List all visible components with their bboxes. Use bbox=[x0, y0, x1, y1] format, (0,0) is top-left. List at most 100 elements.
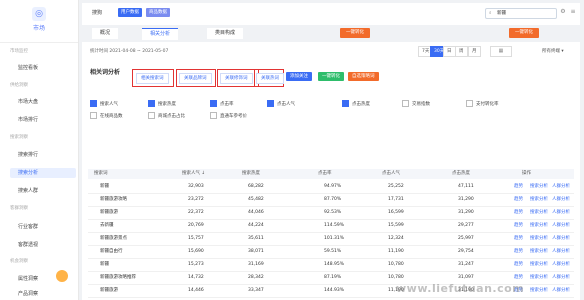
row-action-op3[interactable]: 人群分析 bbox=[552, 271, 570, 284]
user-data-tag[interactable]: 用户数据 bbox=[118, 8, 142, 17]
row-action-op3[interactable]: 人群分析 bbox=[552, 206, 570, 219]
row-action-op3[interactable]: 人群分析 bbox=[552, 245, 570, 258]
sidebar-item-1[interactable]: 监控看板 bbox=[18, 63, 38, 73]
row-action-op1[interactable]: 趋势 bbox=[514, 232, 523, 245]
row-action-op3[interactable]: 人群分析 bbox=[552, 219, 570, 232]
row-action-op3[interactable]: 人群分析 bbox=[552, 258, 570, 271]
table-row: 新疆旅游攻略 23,272 45,482 87.70% 17,731 31,290 趋势 搜索… bbox=[88, 193, 574, 207]
calendar-icon[interactable]: ▦ bbox=[490, 46, 512, 57]
checkbox-icon bbox=[210, 100, 217, 107]
filter-button-0[interactable]: 相关搜索词 bbox=[136, 73, 169, 84]
range-option-2[interactable]: 日 bbox=[443, 46, 456, 57]
extra-checkbox-1[interactable]: 商城点击占比 bbox=[148, 112, 185, 120]
sidebar-item-6[interactable]: 搜索排行 bbox=[18, 150, 38, 160]
extra-checkbox-2[interactable]: 直通车参考价 bbox=[210, 112, 247, 120]
product-data-tag[interactable]: 商品数据 bbox=[146, 8, 170, 17]
strategy-words-button[interactable]: 自选策略词 bbox=[348, 72, 379, 81]
row-action-op1[interactable]: 趋势 bbox=[514, 193, 523, 206]
row-action-op2[interactable]: 搜索分析 bbox=[530, 258, 548, 271]
sidebar-item-4[interactable]: 市场排行 bbox=[18, 115, 38, 125]
row-action-op2[interactable]: 搜索分析 bbox=[530, 193, 548, 206]
cell-pop: 22,372 bbox=[188, 210, 204, 215]
market-logo[interactable]: ◎ 市场 bbox=[22, 7, 56, 32]
table-row: 去新疆 20,769 44,224 114.59% 15,599 29,277 趋势 搜索分析… bbox=[88, 219, 574, 233]
cell-cpop: 25,252 bbox=[388, 184, 404, 189]
cell-word: 新疆旅游攻略推荐 bbox=[100, 275, 136, 280]
metric-checkbox-0[interactable]: 搜索人气 bbox=[90, 100, 118, 108]
search-input[interactable]: ⌕ 新疆 bbox=[485, 8, 557, 19]
menu-icon[interactable]: ≡ bbox=[569, 8, 577, 16]
checkbox-icon bbox=[210, 112, 217, 119]
cell-word: 新疆旅游 bbox=[100, 210, 118, 215]
row-action-op2[interactable]: 搜索分析 bbox=[530, 219, 548, 232]
market-label: 市场 bbox=[32, 25, 45, 32]
metric-checkbox-6[interactable]: 支付转化率 bbox=[466, 100, 499, 108]
row-action-op1[interactable]: 趋势 bbox=[514, 258, 523, 271]
metric-checkbox-3[interactable]: 点击人气 bbox=[267, 100, 295, 108]
range-option-3[interactable]: 周 bbox=[455, 46, 468, 57]
tab-category[interactable]: 类目构成 bbox=[207, 28, 244, 39]
coin-icon[interactable] bbox=[56, 270, 68, 282]
metric-checkbox-2[interactable]: 点击率 bbox=[210, 100, 234, 108]
sidebar: ◎ 市场 市场监控 监控看板 供给洞察 市场大盘 市场排行 搜索洞察 搜索排行 搜索分析 搜索人… bbox=[0, 0, 79, 300]
filter-button-2[interactable]: 关联修饰词 bbox=[220, 73, 253, 84]
row-action-op2[interactable]: 搜索分析 bbox=[530, 206, 548, 219]
sidebar-item-12: 机会洞察 bbox=[10, 259, 28, 264]
sidebar-item-14[interactable]: 产品洞察 bbox=[18, 289, 38, 299]
tab-overview[interactable]: 概况 bbox=[92, 28, 119, 39]
sidebar-item-10[interactable]: 行业客群 bbox=[18, 222, 38, 232]
settings-icon[interactable]: ⚙ bbox=[559, 8, 567, 16]
main-panel: 统计时间 2021-04-08 ~ 2021-05-07 7天 30天日周月 ▦ … bbox=[82, 42, 580, 300]
one-click-convert-button[interactable]: 一键转化 bbox=[318, 72, 344, 81]
sidebar-item-11[interactable]: 客群透视 bbox=[18, 240, 38, 250]
cell-cheat: 31,290 bbox=[458, 197, 474, 202]
sidebar-item-3[interactable]: 市场大盘 bbox=[18, 97, 38, 107]
column-header-1[interactable]: 搜索人气 ↓ bbox=[182, 169, 205, 179]
terminal-dropdown[interactable]: 所有终端 ▾ bbox=[542, 48, 564, 54]
cell-ctr: 92.53% bbox=[324, 210, 342, 215]
metric-checkbox-4[interactable]: 点击热度 bbox=[342, 100, 370, 108]
row-action-op1[interactable]: 趋势 bbox=[514, 245, 523, 258]
date-range: 统计时间 2021-04-08 ~ 2021-05-07 bbox=[90, 49, 169, 54]
range-option-4[interactable]: 月 bbox=[468, 46, 481, 57]
cell-cpop: 10,780 bbox=[388, 262, 404, 267]
row-action-op2[interactable]: 搜索分析 bbox=[530, 271, 548, 284]
row-action-op3[interactable]: 人群分析 bbox=[552, 180, 570, 193]
cell-cpop: 15,599 bbox=[388, 223, 404, 228]
table-row: 新疆自由行 15,690 38,071 59.51% 11,190 29,754 趋势 搜索分… bbox=[88, 245, 574, 259]
checkbox-icon bbox=[466, 100, 473, 107]
convert-button-1[interactable]: 一键转化 bbox=[340, 28, 370, 38]
sidebar-item-7[interactable]: 搜索分析 bbox=[10, 168, 76, 178]
metric-checkbox-5[interactable]: 交易指数 bbox=[402, 100, 430, 108]
filter-button-1[interactable]: 关联品牌词 bbox=[179, 73, 212, 84]
tab-related[interactable]: 相关分析 bbox=[142, 28, 179, 40]
convert-button-2[interactable]: 一键转化 bbox=[509, 28, 539, 38]
filter-button-3[interactable]: 关联热词 bbox=[256, 73, 284, 84]
cell-ctr: 94.97% bbox=[324, 184, 342, 189]
cell-word: 新疆自由行 bbox=[100, 249, 123, 254]
column-header-4: 点击人气 bbox=[382, 171, 400, 176]
row-action-op2[interactable]: 搜索分析 bbox=[530, 180, 548, 193]
sidebar-item-13[interactable]: 属性洞察 bbox=[18, 274, 38, 284]
cell-ctr: 87.19% bbox=[324, 275, 342, 280]
row-action-op2[interactable]: 搜索分析 bbox=[530, 284, 548, 297]
cell-ctr: 144.93% bbox=[324, 288, 345, 293]
add-follow-button[interactable]: 添加关注 bbox=[286, 72, 312, 81]
cell-heat: 44,046 bbox=[248, 210, 264, 215]
metric-checkbox-1[interactable]: 搜索热度 bbox=[148, 100, 176, 108]
cell-cpop: 12,324 bbox=[388, 236, 404, 241]
row-action-op3[interactable]: 人群分析 bbox=[552, 193, 570, 206]
cell-cpop: 11,190 bbox=[388, 249, 404, 254]
sidebar-item-8[interactable]: 搜索人群 bbox=[18, 186, 38, 196]
row-action-op1[interactable]: 趋势 bbox=[514, 180, 523, 193]
cell-pop: 14,446 bbox=[188, 288, 204, 293]
row-action-op3[interactable]: 人群分析 bbox=[552, 232, 570, 245]
row-action-op1[interactable]: 趋势 bbox=[514, 219, 523, 232]
row-action-op1[interactable]: 趋势 bbox=[514, 206, 523, 219]
row-action-op3[interactable]: 人群分析 bbox=[552, 284, 570, 297]
row-action-op2[interactable]: 搜索分析 bbox=[530, 232, 548, 245]
column-header-2: 搜索热度 bbox=[242, 171, 260, 176]
extra-checkbox-0[interactable]: 在线商品数 bbox=[90, 112, 123, 120]
row-action-op2[interactable]: 搜索分析 bbox=[530, 245, 548, 258]
search-icon: ⌕ bbox=[489, 11, 492, 16]
